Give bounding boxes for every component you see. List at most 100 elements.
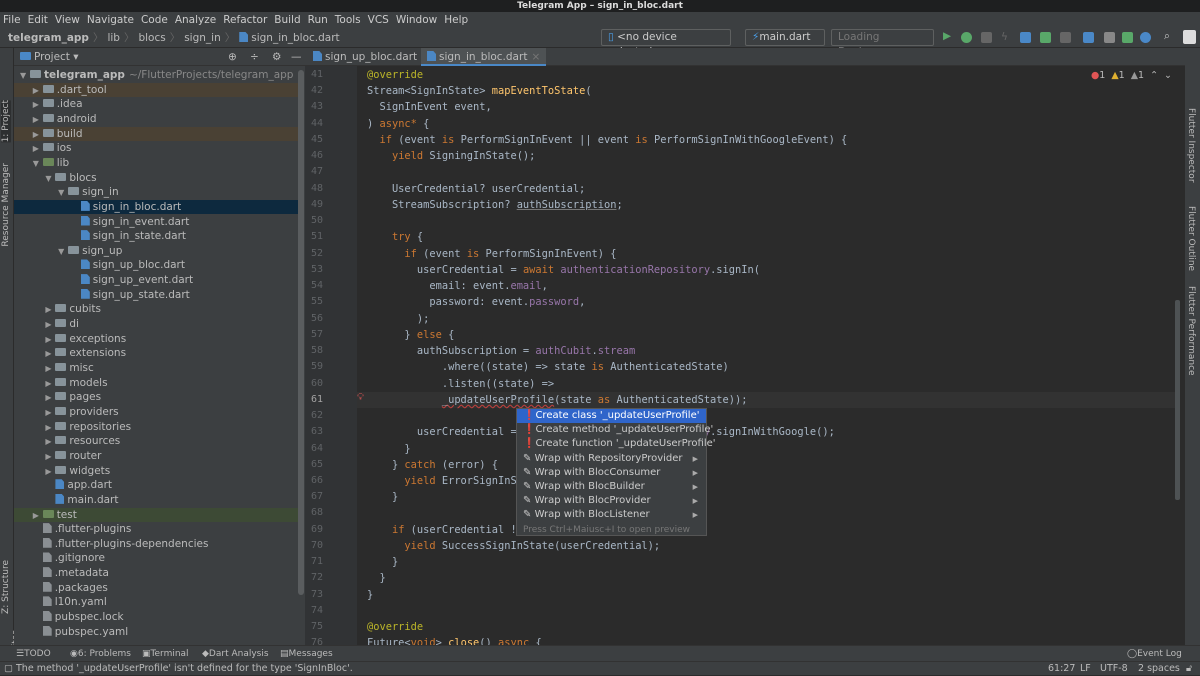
chevron-down-icon[interactable]: ▼ — [58, 245, 68, 260]
attach-icon[interactable] — [981, 32, 992, 43]
tree-item[interactable]: ▼ blocs — [14, 171, 298, 186]
intention-item[interactable]: ❗Create class '_updateUserProfile' — [517, 409, 706, 424]
code-line[interactable]: } — [367, 441, 410, 457]
intention-item[interactable]: ❗Create function '_updateUserProfile' — [517, 437, 716, 451]
tree-item[interactable]: ▶ extensions — [14, 346, 298, 361]
tree-item[interactable]: ▶ pages — [14, 390, 298, 405]
intention-item[interactable]: ❗Create method '_updateUserProfile' — [517, 423, 713, 437]
debug-icon[interactable] — [961, 32, 972, 43]
menu-tools[interactable]: Tools — [335, 12, 361, 28]
breadcrumb-item[interactable]: blocs — [138, 31, 165, 45]
tree-item[interactable]: .gitignore — [14, 551, 298, 566]
gear-icon[interactable]: ⚙ — [272, 48, 281, 66]
menu-analyze[interactable]: Analyze — [175, 12, 216, 28]
code-line[interactable]: } — [367, 489, 398, 505]
hide-icon[interactable]: — — [291, 48, 302, 66]
tree-item[interactable]: ▶ router — [14, 449, 298, 464]
tree-item[interactable]: pubspec.yaml — [14, 625, 298, 640]
close-icon[interactable]: × — [531, 51, 540, 63]
warning-count[interactable]: ▲1 — [1111, 70, 1124, 81]
tree-item[interactable]: ▶ providers — [14, 405, 298, 420]
chevron-right-icon[interactable]: ▶ — [45, 333, 55, 348]
menu-navigate[interactable]: Navigate — [87, 12, 134, 28]
run-config-selector[interactable]: ⚡main.dart ▾ — [745, 29, 825, 58]
tree-item[interactable]: main.dart — [14, 493, 298, 508]
tree-item[interactable]: ▶ cubits — [14, 302, 298, 317]
menu-file[interactable]: File — [3, 12, 21, 28]
project-structure-icon[interactable] — [1083, 32, 1094, 43]
intention-item[interactable]: ✎ Wrap with BlocConsumer ▶ — [517, 466, 706, 480]
account-icon[interactable] — [1183, 30, 1196, 44]
messages-tab[interactable]: ▤Messages — [280, 646, 333, 662]
menu-view[interactable]: View — [55, 12, 80, 28]
tree-item[interactable]: ▶ resources — [14, 434, 298, 449]
code-line[interactable]: .where((state) => state is Authenticated… — [367, 359, 729, 375]
project-scrollbar[interactable] — [298, 70, 304, 595]
chevron-right-icon[interactable]: ▶ — [33, 84, 43, 99]
debug-attach-icon[interactable] — [1040, 32, 1051, 43]
tab-sign-up-bloc[interactable]: sign_up_bloc.dart× — [307, 48, 436, 66]
chevron-right-icon[interactable]: ▶ — [33, 142, 43, 157]
terminal-icon[interactable] — [1104, 32, 1115, 43]
next-highlight-icon[interactable]: ⌄ — [1164, 70, 1172, 81]
tree-item[interactable]: ▶ .dart_tool — [14, 82, 298, 99]
chevron-right-icon[interactable]: ▶ — [33, 128, 43, 143]
code-line[interactable]: } — [367, 587, 373, 603]
flutter-inspector-tab[interactable]: Flutter Inspector — [1186, 108, 1196, 183]
code-line[interactable]: ); — [367, 311, 429, 327]
breadcrumb-item[interactable]: sign_in_bloc.dart — [239, 31, 340, 45]
tree-item[interactable]: pubspec.lock — [14, 610, 298, 625]
flutter-outline-tab[interactable]: Flutter Outline — [1186, 206, 1196, 271]
structure-tab[interactable]: Z: Structure — [1, 560, 11, 614]
tree-item[interactable]: ▶ android — [14, 112, 298, 127]
locate-icon[interactable]: ⊕ — [228, 48, 237, 66]
intention-item[interactable]: ✎ Wrap with RepositoryProvider ▶ — [517, 452, 706, 466]
code-line[interactable]: StreamSubscription? authSubscription; — [367, 197, 623, 213]
tree-item[interactable]: ▶ .idea — [14, 97, 298, 112]
chevron-right-icon[interactable]: ▶ — [45, 362, 55, 377]
code-line[interactable]: } — [367, 554, 398, 570]
menu-edit[interactable]: Edit — [28, 12, 48, 28]
hot-reload-icon[interactable]: ϟ — [1001, 31, 1008, 43]
code-line[interactable]: } else { — [367, 327, 454, 343]
tree-item[interactable]: ▶ models — [14, 376, 298, 391]
dart-analysis-tab[interactable]: ◆Dart Analysis — [202, 646, 269, 662]
menu-run[interactable]: Run — [308, 12, 328, 28]
tree-item[interactable]: .flutter-plugins — [14, 522, 298, 537]
chevron-down-icon[interactable]: ▼ — [20, 69, 30, 84]
code-line[interactable]: } catch (error) { — [367, 457, 498, 473]
chevron-right-icon[interactable]: ▶ — [45, 318, 55, 333]
chevron-right-icon[interactable]: ▶ — [33, 98, 43, 113]
resource-manager-tab[interactable]: Resource Manager — [1, 163, 11, 247]
chevron-right-icon[interactable]: ▶ — [45, 377, 55, 392]
tree-item[interactable]: sign_in_event.dart — [14, 215, 298, 230]
intention-item[interactable]: ✎ Wrap with BlocProvider ▶ — [517, 494, 706, 508]
tree-item[interactable]: ▶ ios — [14, 141, 298, 156]
code-line[interactable]: .listen((state) => — [367, 376, 554, 392]
code-line[interactable]: userCredential = await authenticationRep… — [367, 262, 760, 278]
breadcrumb-item[interactable]: telegram_app — [8, 31, 89, 45]
tab-sign-in-bloc[interactable]: sign_in_bloc.dart × — [421, 48, 547, 66]
previous-highlight-icon[interactable]: ⌃ — [1150, 70, 1158, 81]
code-line[interactable]: } — [367, 570, 385, 586]
chevron-right-icon[interactable]: ▶ — [45, 465, 55, 480]
stop-icon[interactable] — [1060, 32, 1071, 43]
chevron-right-icon[interactable]: ▶ — [45, 347, 55, 362]
intention-item[interactable]: ✎ Wrap with BlocListener ▶ — [517, 508, 706, 522]
error-count[interactable]: ●1 — [1091, 70, 1105, 81]
devices-loading-selector[interactable]: Loading Devices... ▾ — [831, 29, 934, 58]
tree-item[interactable]: ▼ sign_up — [14, 244, 298, 259]
status-message[interactable]: ▢ The method '_updateUserProfile' isn't … — [4, 662, 353, 676]
tree-item[interactable]: sign_in_bloc.dart — [14, 199, 298, 215]
tree-item[interactable]: ▶ build — [14, 126, 298, 143]
tree-item[interactable]: sign_in_state.dart — [14, 229, 298, 244]
tree-item[interactable]: ▶ repositories — [14, 420, 298, 435]
sdk-manager-icon[interactable] — [1140, 32, 1151, 43]
tree-item[interactable]: ▼ sign_in — [14, 185, 298, 200]
breadcrumb-item[interactable]: sign_in — [184, 31, 221, 45]
chevron-right-icon[interactable]: ▶ — [45, 391, 55, 406]
chevron-right-icon[interactable]: ▶ — [45, 435, 55, 450]
code-line[interactable]: authSubscription = authCubit.stream — [367, 343, 635, 359]
indent-setting[interactable]: 2 spaces — [1138, 662, 1180, 676]
tree-item[interactable]: sign_up_bloc.dart — [14, 258, 298, 273]
